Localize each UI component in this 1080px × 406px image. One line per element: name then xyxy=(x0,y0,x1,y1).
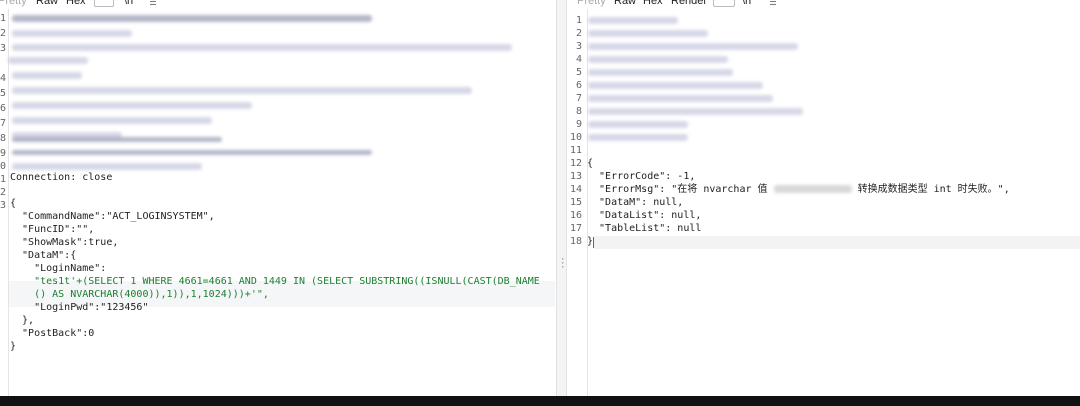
line-number: 9 xyxy=(576,119,583,130)
line-number: 8 xyxy=(576,106,583,117)
request-tabs: Pretty Raw Hex \n ——— xyxy=(0,0,180,9)
response-pane: Pretty Raw Hex Render \n ——— 1 2 3 4 5 6… xyxy=(567,0,1080,396)
redacted-header xyxy=(588,17,678,24)
line-number: 3 xyxy=(0,200,7,211)
line-number: 12 xyxy=(570,158,583,169)
redacted-header xyxy=(12,72,82,79)
line-number: 10 xyxy=(570,132,583,143)
response-current-line xyxy=(594,236,1080,249)
redacted-header xyxy=(588,69,733,76)
code-line: "DataM": null, xyxy=(587,197,684,208)
line-number: 18 xyxy=(570,236,583,247)
code-line: "PostBack":0 xyxy=(10,328,95,339)
redacted-header xyxy=(12,117,212,124)
line-number: 3 xyxy=(576,41,583,52)
sql-injection-payload: "tes1t'+(SELECT 1 WHERE 4661=4661 AND 14… xyxy=(10,276,540,287)
line-number: 0 xyxy=(0,161,7,172)
tab-hex[interactable]: Hex xyxy=(66,0,86,8)
redacted-header xyxy=(8,57,88,64)
error-msg-tail: 转换成数据类型 int 时失败。", xyxy=(857,184,1010,195)
line-number: 17 xyxy=(570,223,583,234)
code-line: "DataM":{ xyxy=(10,250,77,261)
code-line: } xyxy=(10,341,17,352)
code-line: "DataList": null, xyxy=(587,210,702,221)
redacted-header xyxy=(12,102,252,109)
line-number: 4 xyxy=(0,73,7,84)
text-cursor xyxy=(593,237,594,248)
inspector-toggle-icon[interactable] xyxy=(713,0,735,7)
code-line: "ShowMask":true, xyxy=(10,237,119,248)
redacted-header xyxy=(588,82,763,89)
tab-pretty[interactable]: Pretty xyxy=(577,0,606,8)
tab-render[interactable]: Render xyxy=(671,0,707,8)
line-number: 11 xyxy=(570,145,583,156)
redacted-header xyxy=(588,56,728,63)
connection-header: Connection: close xyxy=(10,172,113,183)
redacted-header xyxy=(12,137,222,142)
code-line: "CommandName":"ACT_LOGINSYSTEM", xyxy=(10,211,215,222)
code-line: "LoginName": xyxy=(10,263,107,274)
line-number: 5 xyxy=(576,67,583,78)
request-pane: Pretty Raw Hex \n ——— 1 2 3 4 5 6 7 8 9 … xyxy=(0,0,556,396)
newline-toggle[interactable]: \n xyxy=(742,0,751,8)
code-line: }, xyxy=(10,315,35,326)
line-number: 7 xyxy=(0,118,7,129)
line-number: 2 xyxy=(0,187,7,198)
code-line: "TableList": null xyxy=(587,223,702,234)
line-number: 1 xyxy=(576,15,583,26)
code-line: "ErrorCode": -1, xyxy=(587,171,696,182)
redacted-header xyxy=(12,150,372,155)
tab-raw[interactable]: Raw xyxy=(36,0,58,8)
line-number: 2 xyxy=(576,28,583,39)
tab-raw[interactable]: Raw xyxy=(614,0,636,8)
line-number: 15 xyxy=(570,197,583,208)
response-tabs: Pretty Raw Hex Render \n ——— xyxy=(567,0,797,9)
code-line: "FuncID":"", xyxy=(10,224,95,235)
drag-handle-icon[interactable]: · · · xyxy=(560,256,565,273)
redacted-header xyxy=(12,30,132,37)
tab-pretty[interactable]: Pretty xyxy=(0,0,27,8)
code-line: { xyxy=(587,158,594,169)
line-number: 13 xyxy=(570,171,583,182)
code-line: { xyxy=(10,198,17,209)
sql-injection-payload: () AS NVARCHAR(4000)),1)),1,1024)))+'", xyxy=(10,289,269,300)
error-msg-line: "ErrorMsg": "在将 nvarchar 值 转换成数据类型 int 时… xyxy=(587,183,1010,196)
line-number: 9 xyxy=(0,148,7,159)
line-number: 8 xyxy=(0,133,7,144)
line-number: 16 xyxy=(570,210,583,221)
redacted-header xyxy=(12,44,512,51)
line-number: 7 xyxy=(576,93,583,104)
error-msg-head: "ErrorMsg": "在将 nvarchar 值 xyxy=(587,184,768,195)
redacted-header xyxy=(588,134,688,141)
redacted-header xyxy=(12,163,202,170)
redacted-header xyxy=(588,108,803,115)
redacted-db-name xyxy=(773,185,852,193)
line-number: 2 xyxy=(0,28,7,39)
line-number: 5 xyxy=(0,88,7,99)
pane-divider[interactable]: · · · xyxy=(556,0,567,396)
line-number: 14 xyxy=(570,184,583,195)
tab-hex[interactable]: Hex xyxy=(643,0,663,8)
line-number: 1 xyxy=(0,174,7,185)
redacted-header xyxy=(588,95,773,102)
redacted-header xyxy=(12,15,372,22)
menu-icon[interactable]: ——— xyxy=(150,0,162,9)
redacted-header xyxy=(588,30,708,37)
bottom-bar xyxy=(0,396,1080,406)
code-line: "LoginPwd":"123456" xyxy=(10,302,149,313)
newline-toggle[interactable]: \n xyxy=(124,0,133,8)
redacted-header xyxy=(588,121,688,128)
line-number: 6 xyxy=(0,103,7,114)
redacted-header xyxy=(588,43,798,50)
line-number: 1 xyxy=(0,13,7,24)
line-number: 3 xyxy=(0,43,7,54)
menu-icon[interactable]: ——— xyxy=(770,0,782,9)
line-number: 4 xyxy=(576,54,583,65)
redacted-header xyxy=(12,87,472,94)
line-number: 6 xyxy=(576,80,583,91)
inspector-toggle-icon[interactable] xyxy=(94,0,114,7)
